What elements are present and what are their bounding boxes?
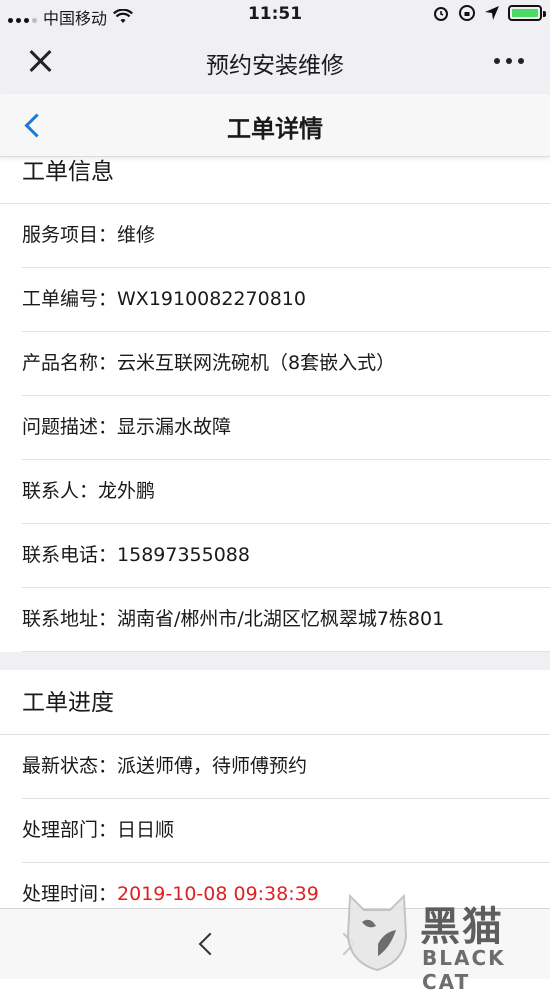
more-options-icon[interactable] (494, 58, 524, 64)
row-label: 联系电话： (22, 544, 118, 566)
row-value[interactable]: 15897355088 (117, 544, 250, 566)
page-title: 工单详情 (227, 115, 323, 143)
info-row-product: 产品名称：云米互联网洗碗机（8套嵌入式） (22, 332, 550, 396)
page-header: 工单详情 (0, 94, 550, 157)
status-icons (432, 4, 546, 22)
wechat-page-title: 预约安装维修 (206, 53, 344, 79)
row-label: 服务项目： (22, 224, 118, 246)
nav-back-icon[interactable] (196, 931, 214, 957)
rotation-lock-icon (459, 5, 475, 21)
row-label: 处理时间： (22, 883, 118, 905)
row-value: 维修 (117, 224, 156, 246)
row-value: 湖南省/郴州市/北湖区忆枫翠城7栋801 (117, 608, 445, 630)
wechat-title-bar: 预约安装维修 (0, 30, 550, 94)
info-row-phone: 联系电话：15897355088 (22, 524, 550, 588)
info-row-address: 联系地址：湖南省/郴州市/北湖区忆枫翠城7栋801 (22, 588, 550, 652)
row-value: 日日顺 (117, 819, 175, 841)
info-row-problem: 问题描述：显示漏水故障 (22, 396, 550, 460)
detail-content[interactable]: 工单信息 服务项目：维修 工单编号：WX1910082270810 产品名称：云… (0, 155, 550, 908)
section-title-progress: 工单进度 (0, 670, 550, 735)
info-row-service: 服务项目：维修 (22, 204, 550, 268)
watermark-brand-en: BLACK CAT (422, 946, 506, 994)
progress-row-status: 最新状态：派送师傅，待师傅预约 (22, 735, 550, 799)
row-label: 工单编号： (22, 288, 118, 310)
watermark-brand-cn: 黑猫 (420, 904, 504, 950)
battery-icon (508, 5, 546, 21)
progress-row-department: 处理部门：日日顺 (22, 799, 550, 863)
row-value: WX1910082270810 (117, 288, 306, 310)
info-row-order-number: 工单编号：WX1910082270810 (22, 268, 550, 332)
section-divider (0, 652, 550, 670)
black-cat-watermark: 黑猫 BLACK CAT (344, 888, 544, 994)
row-label: 问题描述： (22, 416, 118, 438)
row-value: 显示漏水故障 (117, 416, 232, 438)
info-row-contact: 联系人：龙外鹏 (22, 460, 550, 524)
status-bar: 中国移动 11:51 (0, 0, 550, 30)
location-icon (485, 6, 499, 20)
alarm-icon (434, 7, 448, 21)
section-title-info: 工单信息 (0, 155, 550, 204)
row-value-time: 2019-10-08 09:38:39 (117, 883, 319, 905)
black-cat-logo-icon (346, 893, 408, 972)
row-value: 龙外鹏 (98, 480, 156, 502)
row-value: 云米互联网洗碗机（8套嵌入式） (117, 352, 396, 374)
row-label: 处理部门： (22, 819, 118, 841)
row-label: 产品名称： (22, 352, 118, 374)
row-label: 联系地址： (22, 608, 118, 630)
row-label: 最新状态： (22, 755, 118, 777)
row-value: 派送师傅，待师傅预约 (117, 755, 308, 777)
row-label: 联系人： (22, 480, 99, 502)
